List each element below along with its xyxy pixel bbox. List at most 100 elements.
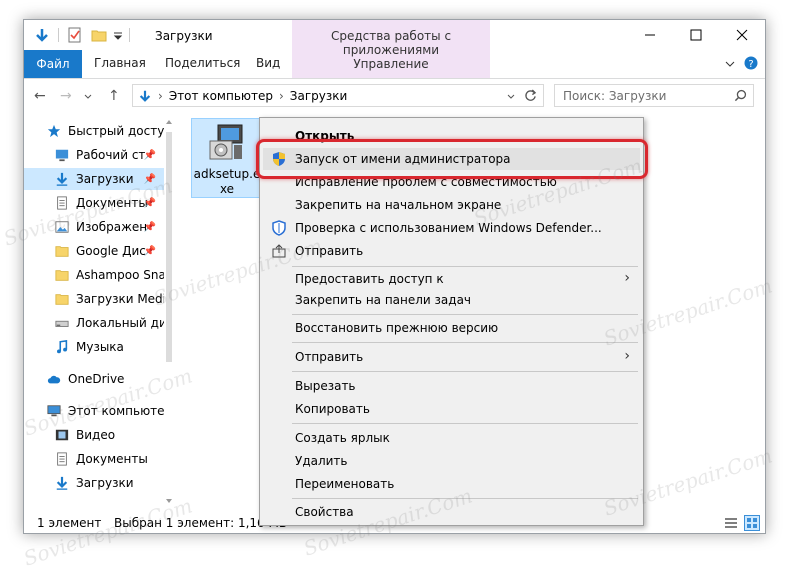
menu-item-delete[interactable]: Удалить	[263, 450, 640, 472]
menu-label: Свойства	[295, 505, 354, 519]
nav-item-downloads-media[interactable]: Загрузки Medi	[24, 288, 164, 310]
menu-label: Отправить	[295, 350, 364, 364]
installer-icon	[209, 124, 243, 160]
pin-icon[interactable]: 📌	[144, 198, 156, 209]
nav-item-onedrive[interactable]: OneDrive	[24, 368, 164, 390]
large-icons-view-icon[interactable]	[744, 515, 760, 531]
new-folder-icon[interactable]	[91, 27, 107, 43]
nav-item-ashampoo[interactable]: Ashampoo Sna	[24, 264, 164, 286]
download-folder-icon	[139, 90, 151, 102]
nav-item-google-drive[interactable]: Google Дис 📌	[24, 240, 164, 262]
details-view-icon[interactable]	[724, 516, 738, 530]
nav-item-quick-access[interactable]: Быстрый доступ	[24, 120, 164, 142]
recent-dropdown-icon[interactable]	[84, 93, 92, 101]
file-name-line2: xe	[219, 182, 235, 196]
pin-icon[interactable]: 📌	[144, 246, 156, 257]
file-name-line1: adksetup.e	[193, 167, 261, 181]
nav-item-downloads-pc[interactable]: Загрузки	[24, 472, 164, 494]
nav-label: Изображен	[76, 220, 148, 234]
pin-icon[interactable]: 📌	[144, 174, 156, 185]
scroll-up-icon[interactable]	[165, 118, 173, 126]
navigation-scrollbar[interactable]	[164, 112, 174, 512]
drive-icon	[55, 320, 69, 327]
address-bar[interactable]: › Этот компьютер › Загрузки	[132, 84, 544, 107]
computer-icon	[47, 405, 61, 417]
file-item-adksetup[interactable]: adksetup.e xe	[191, 118, 263, 198]
pin-icon[interactable]: 📌	[144, 150, 156, 161]
nav-item-pictures[interactable]: Изображен 📌	[24, 216, 164, 238]
video-icon	[55, 429, 69, 441]
customize-dropdown-icon[interactable]	[113, 27, 123, 43]
breadcrumb-this-pc[interactable]: Этот компьютер	[169, 89, 273, 103]
window-title: Загрузки	[155, 29, 213, 43]
close-icon	[736, 29, 748, 41]
pin-icon[interactable]: 📌	[144, 222, 156, 233]
nav-label: Рабочий ст	[76, 148, 146, 162]
menu-item-rename[interactable]: Переименовать	[263, 473, 640, 495]
tab-view[interactable]: Вид	[256, 56, 280, 70]
nav-item-this-pc[interactable]: Этот компьютер	[24, 400, 164, 422]
forward-arrow-icon[interactable]: →	[60, 88, 72, 104]
nav-item-local-disk[interactable]: Локальный ди	[24, 312, 164, 334]
defender-icon	[272, 220, 286, 236]
nav-item-documents-pc[interactable]: Документы	[24, 448, 164, 470]
menu-item-copy[interactable]: Копировать	[263, 398, 640, 420]
menu-label: Отправить	[295, 244, 364, 258]
menu-item-defender-scan[interactable]: Проверка с использованием Windows Defend…	[263, 217, 640, 239]
nav-label: Загрузки	[76, 476, 134, 490]
menu-item-cut[interactable]: Вырезать	[263, 375, 640, 397]
tab-home[interactable]: Главная	[94, 56, 146, 70]
help-icon[interactable]: ?	[744, 56, 758, 70]
breadcrumb-downloads[interactable]: Загрузки	[290, 89, 348, 103]
menu-label: Проверка с использованием Windows Defend…	[295, 221, 602, 235]
tab-file[interactable]: Файл	[24, 50, 82, 78]
scroll-down-icon[interactable]	[165, 497, 173, 505]
download-arrow-icon[interactable]	[34, 27, 50, 43]
back-arrow-icon[interactable]: ←	[34, 88, 46, 104]
scroll-thumb[interactable]	[166, 132, 172, 362]
document-icon	[57, 452, 67, 466]
tab-manage[interactable]: Управление	[292, 50, 490, 78]
minimize-icon	[645, 34, 655, 36]
nav-item-downloads[interactable]: Загрузки 📌	[24, 168, 164, 190]
properties-icon[interactable]	[67, 27, 83, 43]
nav-label: OneDrive	[68, 372, 125, 386]
expand-ribbon-icon[interactable]	[725, 59, 735, 69]
menu-label: Создать ярлык	[295, 431, 390, 445]
nav-item-music[interactable]: Музыка	[24, 336, 164, 358]
search-icon	[734, 89, 747, 102]
menu-item-share[interactable]: Отправить	[263, 240, 640, 262]
address-dropdown-icon[interactable]	[507, 93, 515, 101]
ribbon-tabs: Файл Главная Поделиться Вид Управление ?	[24, 50, 765, 78]
menu-item-create-shortcut[interactable]: Создать ярлык	[263, 427, 640, 449]
breadcrumb-chevron-icon[interactable]: ›	[158, 89, 163, 103]
up-arrow-icon[interactable]: ↑	[108, 88, 120, 104]
search-input[interactable]: Поиск: Загрузки	[554, 84, 754, 107]
menu-item-pin-to-start[interactable]: Закрепить на начальном экране	[263, 194, 640, 216]
menu-item-properties[interactable]: Свойства	[263, 501, 640, 523]
menu-item-restore-previous[interactable]: Восстановить прежнюю версию	[263, 317, 640, 339]
close-button[interactable]	[719, 20, 765, 50]
nav-item-desktop[interactable]: Рабочий ст 📌	[24, 144, 164, 166]
folder-icon	[55, 294, 69, 305]
nav-label: Локальный ди	[76, 316, 164, 330]
nav-item-video[interactable]: Видео	[24, 424, 164, 446]
menu-item-send-to[interactable]: Отправить ›	[263, 346, 640, 368]
nav-label: Документы	[76, 196, 148, 210]
menu-label: Вырезать	[295, 379, 356, 393]
menu-item-give-access[interactable]: Предоставить доступ к ›	[263, 268, 640, 290]
desktop-icon	[55, 149, 69, 162]
breadcrumb-chevron-icon[interactable]: ›	[279, 89, 284, 103]
nav-label: Видео	[76, 428, 116, 442]
menu-label: Копировать	[295, 402, 370, 416]
picture-icon	[55, 221, 69, 233]
tab-share[interactable]: Поделиться	[165, 56, 240, 70]
cloud-icon	[47, 375, 61, 384]
maximize-button[interactable]	[673, 20, 719, 50]
refresh-icon[interactable]	[524, 89, 537, 102]
menu-label: Закрепить на панели задач	[295, 293, 472, 307]
music-icon	[57, 340, 68, 354]
nav-item-documents[interactable]: Документы 📌	[24, 192, 164, 214]
minimize-button[interactable]	[627, 20, 673, 50]
menu-item-pin-to-taskbar[interactable]: Закрепить на панели задач	[263, 289, 640, 311]
